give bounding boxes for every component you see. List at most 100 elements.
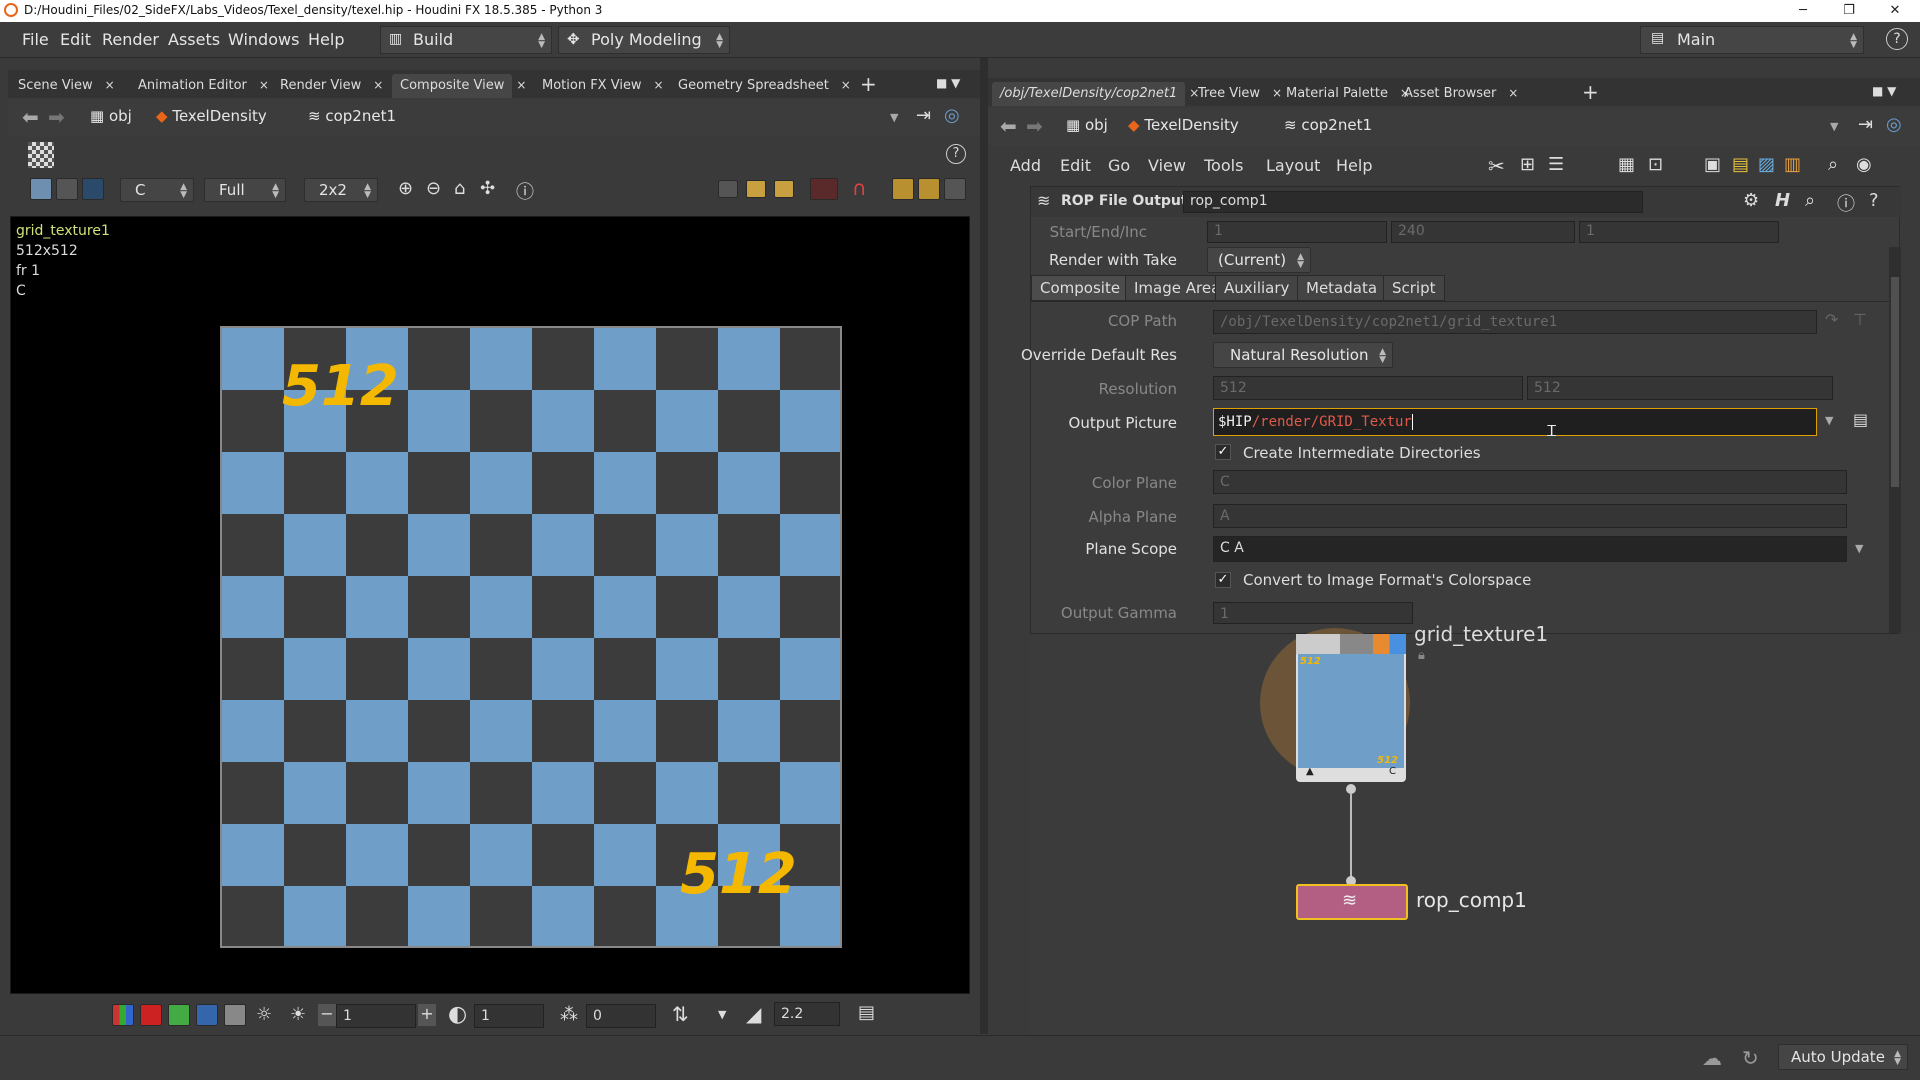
menu-edit[interactable]: Edit <box>60 30 91 49</box>
eye-icon[interactable]: ◉ <box>1856 154 1872 175</box>
compare-icon[interactable] <box>718 180 738 198</box>
blue-channel-icon[interactable] <box>196 1004 218 1026</box>
path-dropdown-icon[interactable]: ▼ <box>890 111 898 124</box>
help-icon[interactable]: ? <box>1886 28 1908 50</box>
display-flag-icon[interactable]: ▲ <box>1306 766 1314 777</box>
close-window-button[interactable]: ✕ <box>1872 0 1918 22</box>
cop-path-field[interactable]: /obj/TexelDensity/cop2net1/grid_texture1 <box>1213 310 1817 334</box>
menu-view[interactable]: View <box>1148 156 1186 175</box>
forward-arrow-icon[interactable]: ➡ <box>48 105 65 129</box>
path-root-obj[interactable]: ▦ obj <box>90 107 132 125</box>
tab-composite[interactable]: Composite <box>1031 275 1130 301</box>
zoom-in-icon[interactable]: ⊕ <box>398 178 413 199</box>
render-take-selector[interactable]: (Current) ▲ ▼ <box>1207 247 1311 273</box>
alpha-plane-field[interactable]: A <box>1213 504 1847 528</box>
tab-network-editor[interactable]: /obj/TexelDensity/cop2net1 × <box>992 82 1199 106</box>
output-dropdown-icon[interactable]: ▼ <box>1825 414 1833 427</box>
brightness-icon[interactable]: ☼ <box>256 1004 272 1025</box>
tab-render-view[interactable]: Render View × <box>272 74 383 98</box>
menu-help[interactable]: Help <box>308 30 344 49</box>
list-icon[interactable]: ☰ <box>1548 154 1564 175</box>
histogram-icon[interactable] <box>82 178 104 200</box>
close-tab-icon[interactable]: × <box>373 78 383 92</box>
menu-assets[interactable]: Assets <box>168 30 220 49</box>
override-res-selector[interactable]: Natural Resolution ▲ ▼ <box>1213 342 1393 368</box>
image-icon[interactable]: ▨ <box>1758 154 1775 175</box>
close-tab-icon[interactable]: × <box>1508 86 1518 100</box>
close-tab-icon[interactable]: × <box>841 78 851 92</box>
pane-menu-icon[interactable]: ■ ▼ <box>936 76 960 90</box>
gamma-curve-icon[interactable]: ◢ <box>746 1002 761 1026</box>
tab-metadata[interactable]: Metadata <box>1297 275 1387 301</box>
path-root-obj[interactable]: ▦ obj <box>1066 116 1108 134</box>
forward-arrow-icon[interactable]: ➡ <box>1026 114 1043 138</box>
resolution-selector[interactable]: Full ▲ ▼ <box>204 178 286 202</box>
jump-to-node-icon[interactable]: ↷ <box>1825 310 1838 329</box>
plane-scope-dropdown-icon[interactable]: ▼ <box>1855 542 1863 555</box>
lut-icon[interactable]: ⇅ <box>672 1002 689 1026</box>
offset-icon[interactable]: ⁂ <box>560 1004 578 1025</box>
display-icon[interactable]: ▣ <box>1704 154 1721 175</box>
display-options-icon[interactable] <box>30 178 52 200</box>
tab-asset-browser[interactable]: Asset Browser × <box>1396 82 1518 106</box>
back-arrow-icon[interactable]: ⬅ <box>22 105 39 129</box>
increment-field[interactable]: 1 <box>1579 221 1779 243</box>
path-node-texeldensity[interactable]: ◆ TexelDensity <box>156 107 267 125</box>
output-connector[interactable] <box>1346 784 1356 794</box>
gamma-field[interactable]: 1 <box>474 1004 544 1028</box>
decrement-icon[interactable]: − <box>318 1004 336 1026</box>
plane-selector[interactable]: C ▲ ▼ <box>120 178 194 202</box>
layout-icon[interactable] <box>944 178 966 200</box>
file-chooser-icon[interactable]: ▤ <box>1853 410 1868 429</box>
pane-menu-icon[interactable]: ■ ▼ <box>1872 84 1896 98</box>
red-car-icon[interactable] <box>810 178 838 200</box>
green-channel-icon[interactable] <box>168 1004 190 1026</box>
wipe-icon[interactable] <box>746 180 766 198</box>
color-plane-field[interactable]: C <box>1213 470 1847 494</box>
grid-view-icon[interactable] <box>918 178 940 200</box>
menu-layout[interactable]: Layout <box>1266 156 1320 175</box>
create-dirs-checkbox[interactable]: ✓ <box>1215 444 1231 460</box>
close-tab-icon[interactable]: × <box>259 78 269 92</box>
increment-icon[interactable]: + <box>418 1004 436 1026</box>
param-scrollbar[interactable] <box>1889 247 1901 633</box>
gear-icon[interactable]: ⚙ <box>1743 190 1759 211</box>
link-icon[interactable]: ◎ <box>1886 114 1902 135</box>
box-icon[interactable]: ▥ <box>1784 154 1801 175</box>
tab-script[interactable]: Script <box>1383 275 1445 301</box>
composite-viewport[interactable]: grid_texture1 512x512 fr 1 C 512 512 <box>10 216 970 994</box>
search-param-icon[interactable]: ⌕ <box>1805 190 1815 211</box>
help-icon[interactable]: ? <box>1869 190 1879 211</box>
back-arrow-icon[interactable]: ⬅ <box>1000 114 1017 138</box>
houdini-h-icon[interactable]: H <box>1775 190 1790 211</box>
zoom-out-icon[interactable]: ⊖ <box>426 178 441 199</box>
close-tab-icon[interactable]: × <box>654 78 664 92</box>
node-grid-texture1[interactable]: 512 512 ▲ C <box>1296 634 1406 782</box>
magnet-icon[interactable]: ∩ <box>852 176 867 200</box>
path-node-texeldensity[interactable]: ◆ TexelDensity <box>1128 116 1239 134</box>
link-icon[interactable]: ◎ <box>944 105 960 126</box>
menu-help[interactable]: Help <box>1336 156 1372 175</box>
tab-auxiliary[interactable]: Auxiliary <box>1215 275 1299 301</box>
node-rop-comp1[interactable]: ≋ <box>1296 884 1408 920</box>
close-tab-icon[interactable]: × <box>105 78 115 92</box>
path-node-cop2net1[interactable]: ≋ cop2net1 <box>1284 116 1372 134</box>
flipbook-icon[interactable] <box>774 180 794 198</box>
home-icon[interactable]: ⌂ <box>454 178 465 199</box>
rgb-channel-icon[interactable] <box>112 1004 134 1026</box>
performance-icon[interactable]: ☁ <box>1702 1046 1722 1070</box>
info-icon[interactable]: ⓘ <box>516 178 534 204</box>
shelf-set-selector[interactable]: ✥ Poly Modeling ▲ ▼ <box>558 26 730 54</box>
transparency-icon[interactable] <box>892 178 914 200</box>
node-chooser-icon[interactable]: ⊤ <box>1853 310 1867 329</box>
path-node-cop2net1[interactable]: ≋ cop2net1 <box>308 107 396 125</box>
network-editor[interactable]: 512 512 ▲ C grid_texture1 🔒︎ ≋ rop_comp1 <box>1030 622 1920 1034</box>
display-window-icon[interactable]: ▤ <box>858 1002 875 1023</box>
auto-update-selector[interactable]: Auto Update ▲ ▼ <box>1778 1044 1908 1070</box>
pin-icon[interactable]: ⇥ <box>1858 114 1873 135</box>
tab-scene-view[interactable]: Scene View × <box>10 74 115 98</box>
menu-add[interactable]: Add <box>1010 156 1041 175</box>
close-tab-icon[interactable]: × <box>516 78 526 92</box>
tab-geometry-spreadsheet[interactable]: Geometry Spreadsheet × <box>670 74 851 98</box>
res-x-field[interactable]: 512 <box>1213 376 1523 400</box>
